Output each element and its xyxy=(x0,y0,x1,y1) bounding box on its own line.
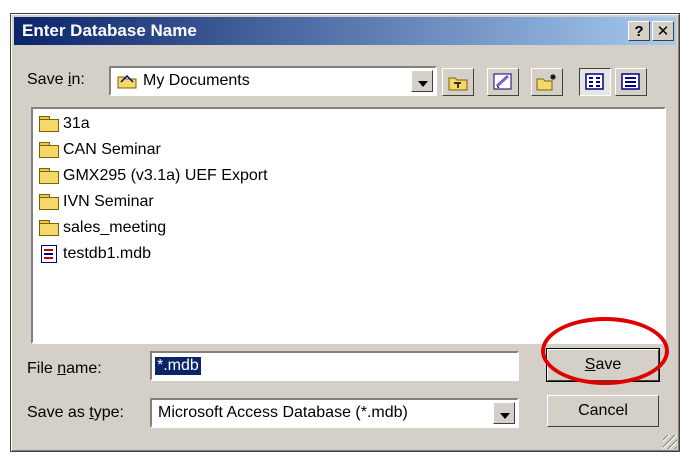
folder-icon xyxy=(39,220,59,236)
desktop-icon xyxy=(493,72,513,97)
cancel-button[interactable]: Cancel xyxy=(547,395,659,427)
list-item-label: 31a xyxy=(63,115,90,132)
list-item-ivn-seminar[interactable]: IVN Seminar xyxy=(39,190,154,214)
folder-icon xyxy=(39,142,59,158)
list-item-sales-meeting[interactable]: sales_meeting xyxy=(39,216,166,240)
dialog-title: Enter Database Name xyxy=(22,21,197,40)
file-name-value: *.mdb xyxy=(155,357,201,375)
list-item-label: sales_meeting xyxy=(63,219,167,236)
title-bar[interactable]: Enter Database Name ? ✕ xyxy=(14,17,676,45)
resize-grip[interactable] xyxy=(663,435,677,449)
up-one-level-button[interactable] xyxy=(442,68,474,96)
desktop-button[interactable] xyxy=(487,68,519,96)
new-folder-button[interactable] xyxy=(531,68,563,96)
list-item-label: IVN Seminar xyxy=(63,193,154,210)
access-database-icon xyxy=(41,245,57,263)
save-in-value: My Documents xyxy=(143,72,250,89)
save-in-dropdown-arrow[interactable] xyxy=(411,70,433,92)
save-in-label: Save in: xyxy=(27,71,85,88)
list-item-label: CAN Seminar xyxy=(63,141,161,158)
save-in-combo[interactable]: My Documents xyxy=(109,66,437,96)
folder-icon xyxy=(39,194,59,210)
up-one-level-icon xyxy=(448,73,468,96)
file-name-input[interactable]: *.mdb xyxy=(150,351,519,381)
help-button[interactable]: ? xyxy=(628,21,650,41)
new-folder-icon xyxy=(536,72,558,97)
save-dialog: Enter Database Name ? ✕ Save in: My Docu… xyxy=(10,13,680,452)
list-view-button[interactable] xyxy=(579,68,611,96)
list-item-31a[interactable]: 31a xyxy=(39,112,90,136)
file-list[interactable]: 31a CAN Seminar GMX295 (v3.1a) UEF Expor… xyxy=(31,107,666,344)
list-item-gmx295[interactable]: GMX295 (v3.1a) UEF Export xyxy=(39,164,268,188)
list-item-testdb1[interactable]: testdb1.mdb xyxy=(39,242,151,266)
my-documents-icon xyxy=(117,73,137,89)
list-view-icon xyxy=(585,73,605,96)
save-as-type-value: Microsoft Access Database (*.mdb) xyxy=(158,404,408,421)
close-button[interactable]: ✕ xyxy=(652,21,674,41)
details-view-icon xyxy=(621,73,641,96)
folder-icon xyxy=(39,116,59,132)
folder-icon xyxy=(39,168,59,184)
save-as-type-dropdown-arrow[interactable] xyxy=(493,402,515,424)
list-item-label: GMX295 (v3.1a) UEF Export xyxy=(63,167,268,184)
save-as-type-combo[interactable]: Microsoft Access Database (*.mdb) xyxy=(150,398,519,428)
save-as-type-label: Save as type: xyxy=(27,404,124,421)
save-button[interactable]: Save xyxy=(546,348,660,382)
file-name-label: File name: xyxy=(27,360,102,377)
list-item-can-seminar[interactable]: CAN Seminar xyxy=(39,138,161,162)
details-view-button[interactable] xyxy=(615,68,647,96)
list-item-label: testdb1.mdb xyxy=(63,245,152,262)
